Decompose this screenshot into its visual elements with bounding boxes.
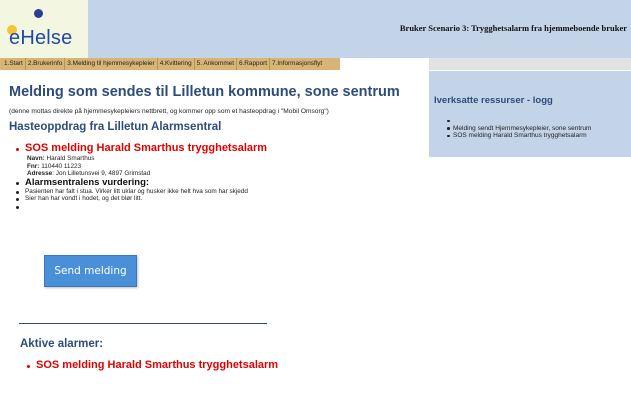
tab-ankommet[interactable]: 5. Ankommet: [195, 58, 237, 70]
tab-melding[interactable]: 3.Melding til hjemmesykepleier: [65, 58, 158, 70]
logo-text: eHelse: [9, 27, 73, 49]
tab-kvittering[interactable]: 4.Kvittering: [158, 58, 195, 70]
section-title: Hasteoppdrag fra Lilletun Alarmsentral: [9, 121, 222, 133]
fnr-value: 110440 11223: [41, 162, 82, 170]
navn-label: Navn:: [27, 155, 45, 162]
log-item: Melding sendt Hjemmesykepleier, sone sen…: [446, 124, 592, 132]
tab-rapport[interactable]: 6.Rapport: [237, 58, 271, 70]
message-list: SOS melding Harald Smarthus trygghetsala…: [9, 142, 419, 210]
assessment-item: Pasienten har falt i stua. Virker litt u…: [16, 188, 419, 196]
tab-start[interactable]: 1.Start: [2, 58, 26, 70]
active-alarms-title: Aktive alarmer:: [20, 338, 104, 350]
resource-log-title: Iverksatte ressurser - logg: [434, 95, 553, 106]
adresse-label: Adresse: [27, 170, 53, 177]
main-content: Melding som sendes til Lilletun kommune,…: [9, 74, 419, 210]
resource-log-panel: Iverksatte ressurser - logg Melding send…: [429, 71, 631, 157]
resource-log-list: Melding sendt Hjemmesykepleier, sone sen…: [446, 117, 592, 140]
log-item-empty: [446, 117, 591, 125]
nav-bar: 1.Start 2.Brukerinfo 3.Melding til hjemm…: [0, 58, 631, 70]
active-alarm-item[interactable]: SOS melding Harald Smarthus trygghetsala…: [26, 359, 278, 372]
assessment-item: Sier han har vondt i hodet, og det blør …: [16, 195, 419, 203]
assessment-title: Alarmsentralens vurdering:: [16, 177, 419, 188]
sos-message-title: SOS melding Harald Smarthus trygghetsala…: [16, 142, 419, 155]
send-message-button[interactable]: Send melding: [44, 255, 137, 287]
navn-value: Harald Smarthus: [46, 155, 95, 162]
logo[interactable]: eHelse: [0, 0, 88, 58]
nav-bar-filler: [429, 58, 631, 70]
active-alarms-list: SOS melding Harald Smarthus trygghetsala…: [20, 359, 278, 372]
page-title: Melding som sendes til Lilletun kommune,…: [9, 84, 400, 100]
detail-fnr: Fnr: 110440 11223: [25, 163, 419, 171]
scenario-title: Bruker Scenario 3: Trygghetsalarm fra hj…: [399, 23, 627, 33]
logo-dot-blue-icon: [34, 9, 43, 18]
fnr-label: Fnr:: [27, 162, 40, 170]
header-bar: eHelse Bruker Scenario 3: Trygghetsalarm…: [0, 0, 631, 58]
page-intro: (denne mottas direkte på hjemmesykepleie…: [9, 108, 329, 115]
section-divider: [19, 323, 267, 324]
assessment-item-empty: [16, 203, 419, 211]
nav-tabs: 1.Start 2.Brukerinfo 3.Melding til hjemm…: [0, 58, 341, 70]
detail-navn: Navn: Harald Smarthus: [25, 155, 419, 163]
tab-brukerinfo[interactable]: 2.Brukerinfo: [26, 58, 66, 70]
adresse-value: : Jon Lilletunsvei 9, 4897 Grimstad: [52, 170, 151, 177]
log-item: SOS melding Harald Smarthus trygghetsala…: [446, 132, 591, 140]
tab-informasjonsflyt[interactable]: 7.Informasjonsflyt: [270, 58, 340, 70]
